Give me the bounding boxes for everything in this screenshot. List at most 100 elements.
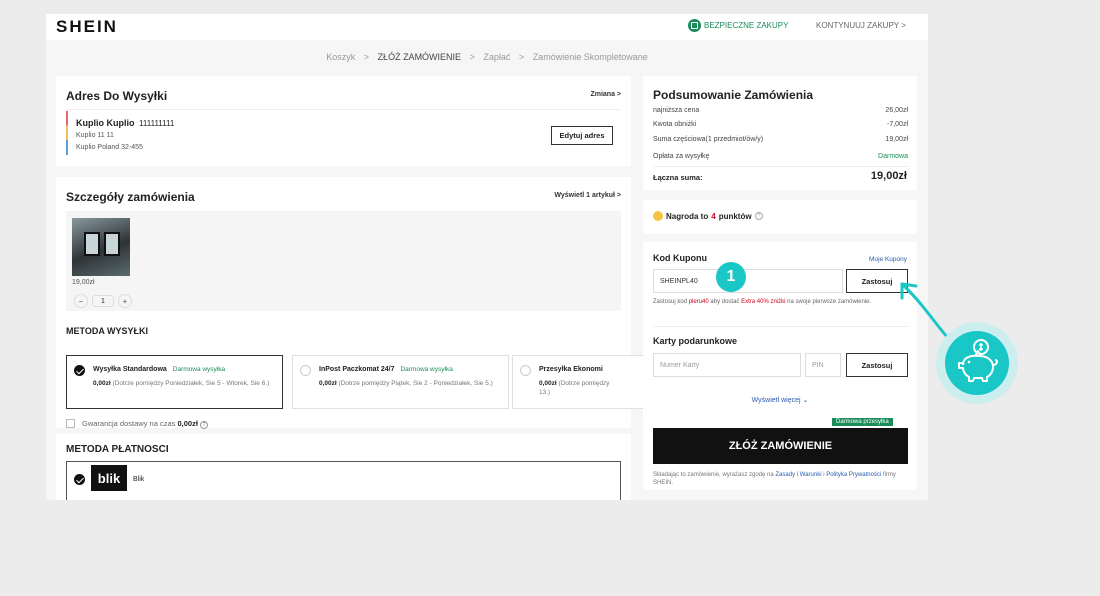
option-badge: Darmowa wysyłka [172, 366, 226, 373]
row-label: najniższa cena [653, 107, 700, 114]
payment-title: METODA PŁATNOSCI [66, 444, 169, 455]
recipient-name: Kuplio Kuplio [76, 118, 135, 128]
payment-option-blik[interactable]: blik Blik [66, 461, 621, 500]
option-price: 0,00zł [539, 380, 557, 387]
secure-label: BEZPIECZNE ZAKUPY [704, 21, 789, 30]
terms-prefix: Składając to zamówienie, wyrażasz zgodę … [653, 472, 774, 478]
free-shipping-badge: Darmowa przesyłka [832, 418, 893, 426]
item-price: 19,00zł [72, 279, 95, 286]
option-header: InPost Paczkomat 24/7 Darmowa wysyłka [319, 366, 453, 373]
note-prefix: Zastosuj kod [653, 299, 688, 305]
recipient-phone: 111111111 [139, 119, 175, 128]
option-badge: Darmowa wysyłka [400, 366, 453, 373]
note-mid: aby dostać [710, 299, 740, 305]
total-label: Łączna suma: [653, 173, 703, 182]
apply-gift-card-button[interactable]: Zastosuj [846, 353, 908, 377]
increase-qty-button[interactable]: + [118, 294, 132, 308]
edit-address-button[interactable]: Edytuj adres [551, 126, 613, 145]
option-price: 0,00zł [319, 380, 337, 387]
order-details-title: Szczegóły zamówienia [66, 190, 195, 204]
step-marker: 1 [716, 262, 746, 292]
shipping-option-inpost[interactable]: InPost Paczkomat 24/7 Darmowa wysyłka 0,… [292, 355, 509, 409]
total-value: 19,00zł [870, 170, 907, 182]
address-card: Adres Do Wysyłki Zmiana > Kuplio Kuplio … [56, 76, 631, 166]
gift-card-number-input[interactable]: Numer Karty [653, 353, 801, 377]
gift-card-pin-input[interactable]: PIN [805, 353, 841, 377]
note-code: pleru40 [688, 299, 709, 305]
coupon-note: Zastosuj kod pleru40 aby dostać Extra 40… [653, 298, 908, 306]
coupon-input[interactable]: SHEINPL40 [653, 269, 843, 293]
terms-text: Składając to zamówienie, wyrażasz zgodę … [653, 471, 908, 487]
reward-card: Nagroda to 4 punktów ? [643, 200, 917, 234]
blik-logo: blik [91, 465, 127, 491]
continue-shopping-link[interactable]: KONTYNUUJ ZAKUPY > [816, 21, 906, 30]
row-value: -7,00zł [886, 121, 908, 128]
decrease-qty-button[interactable]: − [74, 294, 88, 308]
summary-card: Podsumowanie Zamówienia najniższa cena 26… [643, 76, 917, 190]
option-price: 0,00zł [93, 380, 111, 387]
info-icon[interactable]: ? [754, 212, 763, 220]
breadcrumb-complete: Zamówienie Skompletowane [532, 52, 648, 62]
payment-card: METODA PŁATNOSCI blik Blik [56, 434, 631, 500]
shipping-option-standard[interactable]: Wysyłka Standardowa Darmowa wysyłka 0,00… [66, 355, 283, 409]
terms-and: i [823, 472, 825, 478]
breadcrumb: Koszyk > ZŁÓŻ ZAMÓWIENIE > Zapłać > Zamó… [46, 52, 928, 62]
shipping-option-economy[interactable]: Przesyłka Ekonomi 0,00zł (Dotrze pomiędz… [512, 355, 652, 409]
gift-card-title: Karty podarunkowe [653, 336, 738, 346]
note-discount: Extra 40% zniżki [741, 299, 786, 305]
guarantee-checkbox[interactable] [66, 419, 75, 428]
secure-shopping: BEZPIECZNE ZAKUPY [688, 19, 788, 32]
breadcrumb-separator: > [518, 52, 525, 62]
breadcrumb-cart[interactable]: Koszyk [326, 52, 355, 62]
option-details: 0,00zł (Dotrze pomiędzy Piątek, Sie 2 - … [319, 379, 505, 388]
reward-points: 4 [711, 211, 716, 221]
info-icon[interactable]: ? [200, 421, 209, 429]
thumb-window [104, 232, 120, 256]
change-address-link[interactable]: Zmiana > [590, 91, 621, 98]
reward-prefix: Nagroda to [666, 211, 709, 221]
place-order-button[interactable]: ZŁÓŻ ZAMÓWIENIE [653, 428, 908, 464]
address-line2: Kuplio Poland 32-455 [76, 144, 143, 151]
product-thumbnail[interactable] [72, 218, 130, 276]
coupon-card: Kod Kuponu Moje Kupony SHEINPL40 Zastosu… [643, 242, 917, 490]
show-more-link[interactable]: Wyświetl więcej ⌄ [643, 396, 917, 404]
terms-link[interactable]: Zasady i Warunki [775, 472, 821, 478]
shein-logo[interactable]: SHEIN [56, 17, 118, 37]
row-value: 26,00zł [885, 107, 908, 114]
summary-divider [653, 166, 908, 167]
order-details-card: Szczegóły zamówienia Wyświetl 1 artykuł … [56, 177, 652, 429]
coupon-divider [653, 326, 908, 327]
piggy-bank-icon [945, 331, 1009, 395]
show-items-link[interactable]: Wyświetl 1 artykuł > [554, 192, 621, 199]
qty-value[interactable]: 1 [92, 295, 114, 307]
piggy-bank-icon-svg [958, 339, 998, 382]
option-details: 0,00zł (Dotrze pomiędzy 13.) [539, 379, 619, 397]
privacy-link[interactable]: Polityka Prywatności [826, 472, 881, 478]
guarantee-label: Gwarancja dostawy na czas 0,00zł ? [82, 419, 209, 429]
breadcrumb-separator: > [363, 52, 370, 62]
top-bar: SHEIN BEZPIECZNE ZAKUPY KONTYNUUJ ZAKUPY… [46, 14, 928, 40]
my-coupons-link[interactable]: Moje Kupony [869, 256, 907, 263]
radio-unchecked-icon [520, 365, 531, 376]
breadcrumb-pay: Zapłać [483, 52, 511, 62]
option-details: 0,00zł (Dotrze pomiędzy Poniedziałek, Si… [93, 379, 279, 388]
address-stripe [66, 109, 621, 110]
row-label: Kwota obniżki [653, 121, 697, 128]
guarantee-text: Gwarancja dostawy na czas [82, 419, 176, 428]
address-name-line: Kuplio Kuplio 111111111 [76, 118, 174, 128]
option-desc: (Dotrze pomiędzy Piątek, Sie 2 - Poniedz… [338, 380, 493, 387]
row-label: Suma częściowa(1 przedmiot/ów/y) [653, 136, 764, 143]
option-name: Wysyłka Standardowa [93, 366, 167, 373]
radio-unchecked-icon [300, 365, 311, 376]
option-header: Wysyłka Standardowa Darmowa wysyłka [93, 366, 225, 373]
reward-line: Nagroda to 4 punktów ? [653, 211, 763, 221]
row-label: Opłata za wysyłkę [653, 153, 710, 160]
reward-suffix: punktów [718, 211, 752, 221]
guarantee-price: 0,00zł [177, 419, 198, 428]
address-title: Adres Do Wysyłki [66, 89, 168, 103]
summary-row: Suma częściowa(1 przedmiot/ów/y) 19,00zł [653, 136, 908, 143]
summary-row: najniższa cena 26,00zł [653, 107, 908, 114]
option-name: InPost Paczkomat 24/7 [319, 366, 395, 373]
row-value: Darmowa [878, 153, 908, 160]
breadcrumb-separator: > [469, 52, 475, 62]
